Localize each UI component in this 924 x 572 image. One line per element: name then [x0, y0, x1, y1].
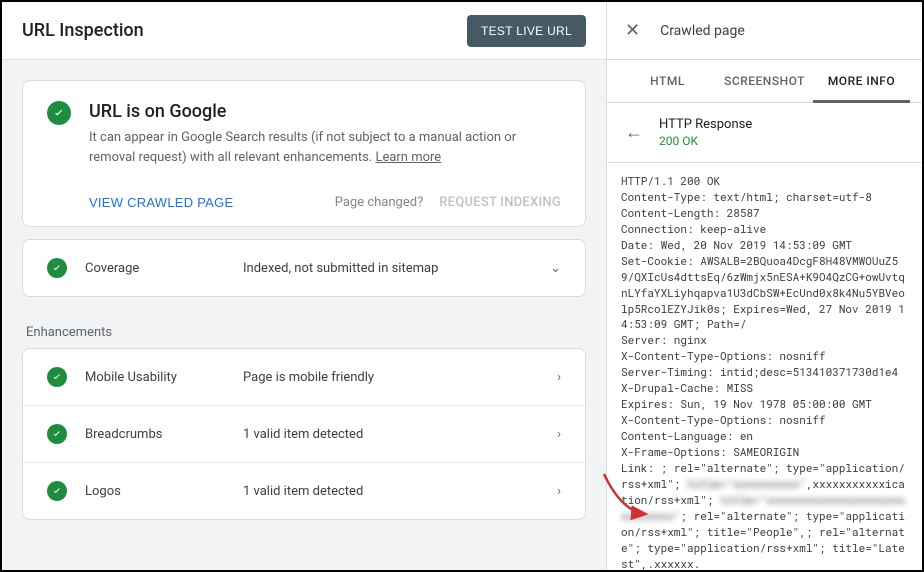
http-response-body: HTTP/1.1 200 OK Content-Type: text/html;… [607, 163, 922, 570]
test-live-url-button[interactable]: TEST LIVE URL [467, 15, 586, 47]
chevron-right-icon: › [557, 484, 561, 499]
enhancement-row[interactable]: Logos 1 valid item detected › [23, 462, 585, 519]
page-changed-label: Page changed? [335, 195, 424, 210]
enhancements-card: Mobile Usability Page is mobile friendly… [22, 348, 586, 520]
panel-title: Crawled page [660, 23, 745, 39]
enhancement-label: Logos [85, 484, 225, 499]
status-card: URL is on Google It can appear in Google… [22, 80, 586, 227]
check-icon [47, 367, 67, 387]
status-headline: URL is on Google [89, 101, 561, 122]
check-icon [47, 424, 67, 444]
tab-screenshot[interactable]: SCREENSHOT [716, 60, 813, 102]
topbar: URL Inspection TEST LIVE URL [2, 2, 606, 60]
http-response-label: HTTP Response [659, 117, 752, 132]
http-status: 200 OK [659, 134, 752, 148]
chevron-down-icon: ⌄ [550, 261, 561, 276]
tab-more-info[interactable]: MORE INFO [813, 60, 910, 103]
coverage-value: Indexed, not submitted in sitemap [243, 261, 532, 276]
coverage-label: Coverage [85, 261, 225, 276]
enhancements-heading: Enhancements [22, 309, 586, 348]
chevron-right-icon: › [557, 370, 561, 385]
enhancement-label: Mobile Usability [85, 370, 225, 385]
check-icon [47, 481, 67, 501]
panel-tabs: HTML SCREENSHOT MORE INFO [607, 60, 922, 103]
status-description: It can appear in Google Search results (… [89, 128, 561, 167]
coverage-row[interactable]: Coverage Indexed, not submitted in sitem… [22, 239, 586, 297]
close-icon[interactable]: ✕ [625, 20, 640, 41]
enhancement-label: Breadcrumbs [85, 427, 225, 442]
enhancement-value: 1 valid item detected [243, 427, 539, 442]
check-icon [47, 258, 67, 278]
chevron-right-icon: › [557, 427, 561, 442]
tab-html[interactable]: HTML [619, 60, 716, 102]
enhancement-row[interactable]: Mobile Usability Page is mobile friendly… [23, 349, 585, 405]
enhancement-value: 1 valid item detected [243, 484, 539, 499]
enhancement-value: Page is mobile friendly [243, 370, 539, 385]
learn-more-link[interactable]: Learn more [375, 150, 441, 165]
enhancement-row[interactable]: Breadcrumbs 1 valid item detected › [23, 405, 585, 462]
page-title: URL Inspection [22, 20, 144, 41]
check-icon [47, 101, 71, 125]
back-arrow-icon[interactable]: ← [625, 122, 643, 143]
view-crawled-page-button[interactable]: VIEW CRAWLED PAGE [89, 195, 233, 210]
request-indexing-button[interactable]: REQUEST INDEXING [439, 195, 561, 210]
